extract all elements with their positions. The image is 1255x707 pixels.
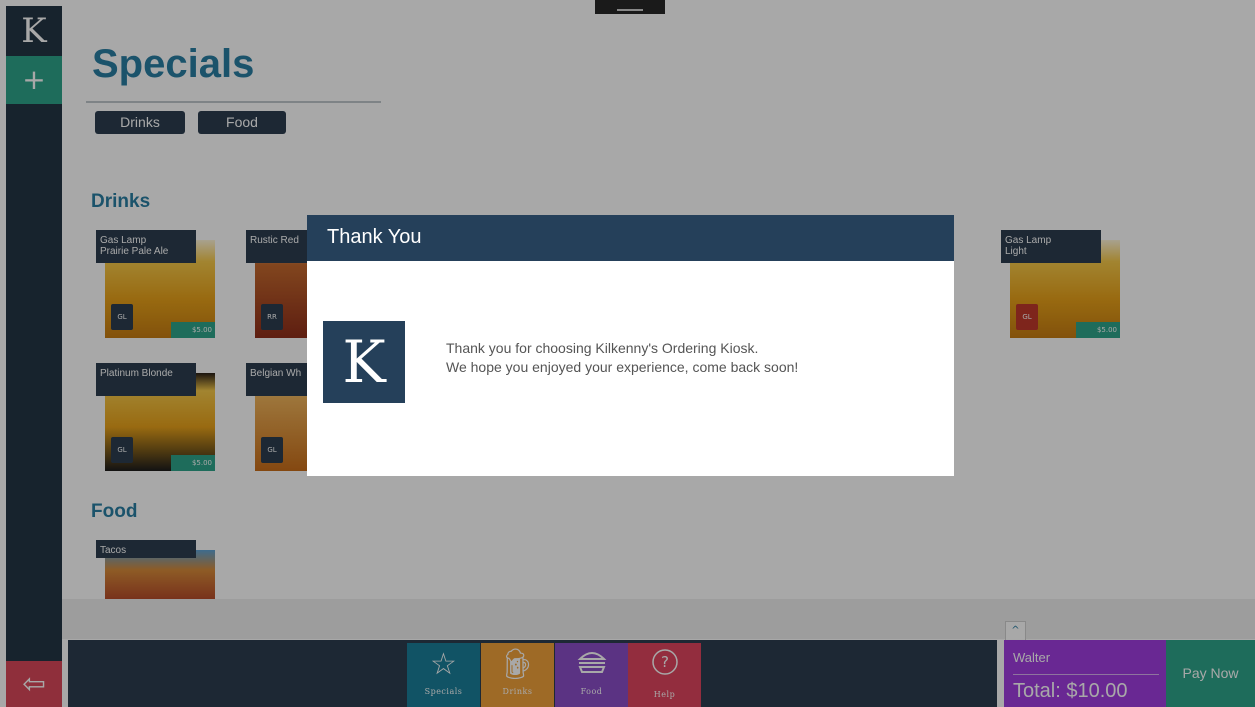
dialog-header: Thank You xyxy=(307,215,954,261)
dialog-message: Thank you for choosing Kilkenny's Orderi… xyxy=(446,339,798,377)
thank-you-dialog: Thank You K Thank you for choosing Kilke… xyxy=(307,215,954,476)
kilkenny-logo: K xyxy=(323,321,405,403)
dialog-message-line: Thank you for choosing Kilkenny's Orderi… xyxy=(446,340,759,356)
top-drag-handle[interactable] xyxy=(595,0,665,14)
dialog-message-line: We hope you enjoyed your experience, com… xyxy=(446,359,799,375)
dialog-title: Thank You xyxy=(327,226,422,248)
